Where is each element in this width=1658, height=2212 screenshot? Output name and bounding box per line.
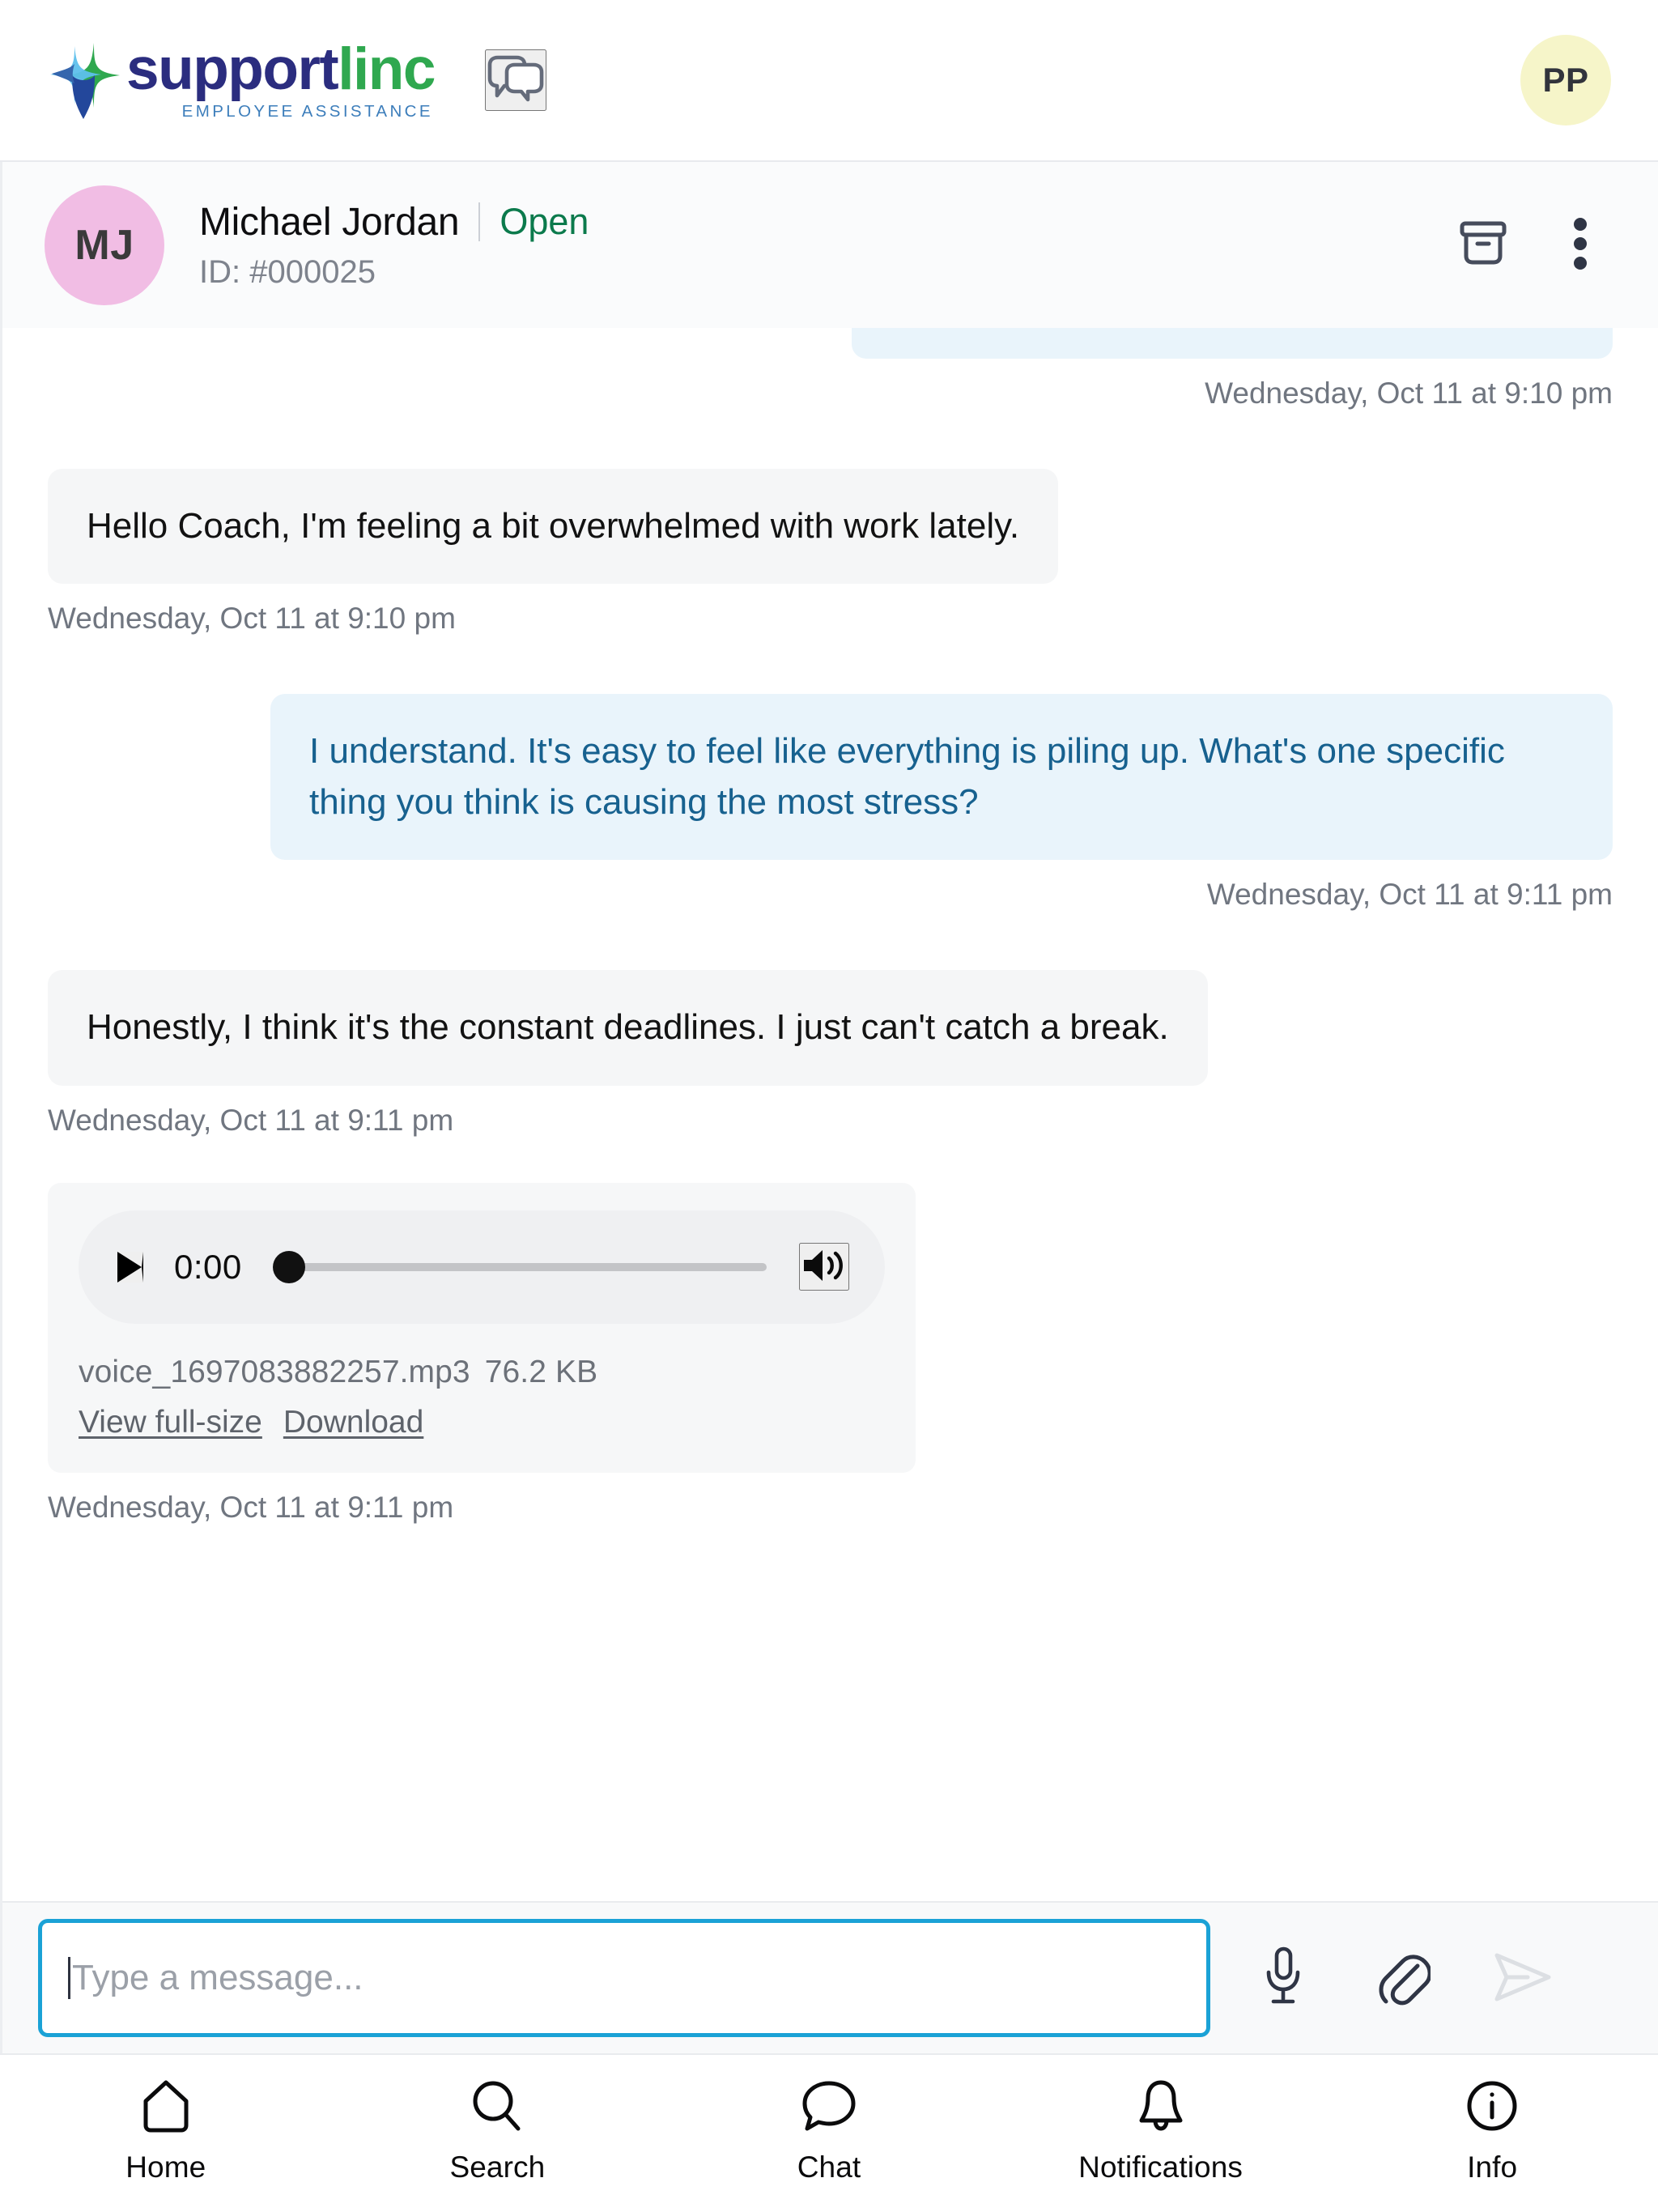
message-input-placeholder: Type a message...: [72, 1958, 363, 1997]
title-divider: [478, 202, 481, 241]
nav-label-chat: Chat: [797, 2150, 861, 2184]
play-icon[interactable]: [117, 1251, 143, 1283]
audio-current-time: 0:00: [174, 1247, 242, 1286]
composer-actions: [1246, 1941, 1560, 2015]
nav-label-search: Search: [449, 2150, 546, 2184]
message-timestamp: Wednesday, Oct 11 at 9:10 pm: [1205, 376, 1613, 410]
message-bubble-outgoing: I understand. It's easy to feel like eve…: [270, 694, 1613, 861]
audio-seek-track: [288, 1262, 767, 1271]
message-text: Hello Coach, I'm feeling a bit overwhelm…: [87, 506, 1020, 546]
info-circle-icon: [1465, 2076, 1520, 2138]
app-root: supportlinc EMPLOYEE ASSISTANCE PP MJ Mi…: [0, 0, 1658, 2212]
status-badge: Open: [500, 201, 589, 242]
user-avatar-initials: PP: [1542, 61, 1589, 99]
text-caret: [68, 1957, 70, 1999]
brand-name-support: support: [126, 36, 339, 103]
message-text: Honestly, I think it's the constant dead…: [87, 1007, 1169, 1048]
volume-icon: [801, 1244, 848, 1289]
attachment-links: View full-size Download: [79, 1405, 885, 1440]
attach-file-button[interactable]: [1366, 1941, 1440, 2015]
send-icon: [1490, 1949, 1555, 2008]
attachment-filesize: 76.2 KB: [484, 1354, 598, 1389]
audio-seek-thumb[interactable]: [272, 1250, 305, 1283]
message-composer: Type a message...: [2, 1901, 1658, 2053]
double-speech-bubble-icon: [486, 51, 546, 110]
bottom-navigation: Home Search Chat Notifications Info: [0, 2053, 1658, 2212]
nav-item-chat[interactable]: Chat: [663, 2076, 995, 2184]
nav-item-home[interactable]: Home: [0, 2076, 332, 2184]
attachment-card: 0:00 voice_1697083882257.mp3 76.2 KB Vie…: [48, 1182, 916, 1473]
conversation-id: ID: #000025: [199, 253, 376, 290]
nav-label-info: Info: [1467, 2150, 1518, 2184]
brand-wordmark: supportlinc EMPLOYEE ASSISTANCE: [126, 40, 436, 121]
conversation-actions: [1444, 206, 1619, 284]
conversation-title-row: Michael Jordan Open: [199, 200, 589, 245]
conversation-header: MJ Michael Jordan Open ID: #000025: [2, 162, 1658, 328]
contact-avatar: MJ: [45, 185, 164, 305]
nav-label-home: Home: [125, 2150, 206, 2184]
audio-seek-slider[interactable]: [272, 1250, 767, 1284]
brand-tagline: EMPLOYEE ASSISTANCE: [181, 102, 433, 121]
star-logo-icon: [45, 40, 123, 121]
more-vertical-icon: [1572, 217, 1588, 273]
message-timestamp: Wednesday, Oct 11 at 9:11 pm: [48, 1103, 454, 1137]
message-bubble-clipped: [852, 328, 1613, 359]
download-link[interactable]: Download: [283, 1405, 423, 1440]
send-button[interactable]: [1486, 1941, 1560, 2015]
supportlinc-logo[interactable]: supportlinc EMPLOYEE ASSISTANCE: [45, 40, 436, 121]
bell-icon: [1137, 2076, 1185, 2138]
attachment-filename-row: voice_1697083882257.mp3 76.2 KB: [79, 1355, 885, 1390]
home-icon: [139, 2076, 193, 2138]
message-row: Hello Coach, I'm feeling a bit overwhelm…: [48, 469, 1613, 636]
message-input[interactable]: Type a message...: [38, 1919, 1210, 2037]
topbar-chat-button[interactable]: [484, 49, 546, 111]
attachment-timestamp: Wednesday, Oct 11 at 9:11 pm: [48, 1490, 454, 1524]
attachment-filename: voice_1697083882257.mp3: [79, 1354, 470, 1389]
audio-player[interactable]: 0:00: [79, 1210, 885, 1324]
volume-button[interactable]: [799, 1243, 849, 1291]
conversation-panel: MJ Michael Jordan Open ID: #000025 Wedne…: [0, 162, 1658, 2053]
archive-button[interactable]: [1444, 206, 1522, 284]
message-bubble-incoming: Hello Coach, I'm feeling a bit overwhelm…: [48, 469, 1059, 585]
view-full-size-link[interactable]: View full-size: [79, 1405, 262, 1440]
message-row: I understand. It's easy to feel like eve…: [48, 694, 1613, 912]
brand-name-linc: linc: [338, 36, 436, 103]
message-timestamp: Wednesday, Oct 11 at 9:11 pm: [1206, 878, 1613, 912]
contact-name: Michael Jordan: [199, 200, 460, 244]
message-list[interactable]: Wednesday, Oct 11 at 9:10 pm Hello Coach…: [2, 328, 1658, 1901]
nav-item-notifications[interactable]: Notifications: [995, 2076, 1327, 2184]
message-timestamp: Wednesday, Oct 11 at 9:10 pm: [48, 602, 456, 636]
nav-label-notifications: Notifications: [1078, 2150, 1243, 2184]
message-bubble-incoming: Honestly, I think it's the constant dead…: [48, 970, 1208, 1086]
nav-item-search[interactable]: Search: [332, 2076, 664, 2184]
more-options-button[interactable]: [1541, 206, 1619, 284]
microphone-icon: [1261, 1946, 1305, 2011]
chat-bubble-icon: [800, 2076, 858, 2138]
message-text: I understand. It's easy to feel like eve…: [309, 731, 1505, 822]
contact-avatar-initials: MJ: [74, 221, 134, 269]
archive-box-icon: [1457, 219, 1509, 270]
paperclip-icon: [1375, 1948, 1432, 2009]
top-brand-bar: supportlinc EMPLOYEE ASSISTANCE PP: [0, 0, 1658, 162]
message-row: Honestly, I think it's the constant dead…: [48, 970, 1613, 1137]
message-row-attachment: 0:00 voice_1697083882257.mp3 76.2 KB Vie…: [48, 1182, 1613, 1525]
user-avatar[interactable]: PP: [1520, 35, 1611, 125]
message-row-clipped: Wednesday, Oct 11 at 9:10 pm: [48, 328, 1613, 410]
nav-item-info[interactable]: Info: [1326, 2076, 1658, 2184]
conversation-meta: Michael Jordan Open ID: #000025: [199, 200, 589, 291]
record-voice-button[interactable]: [1246, 1941, 1320, 2015]
search-icon: [470, 2076, 525, 2138]
